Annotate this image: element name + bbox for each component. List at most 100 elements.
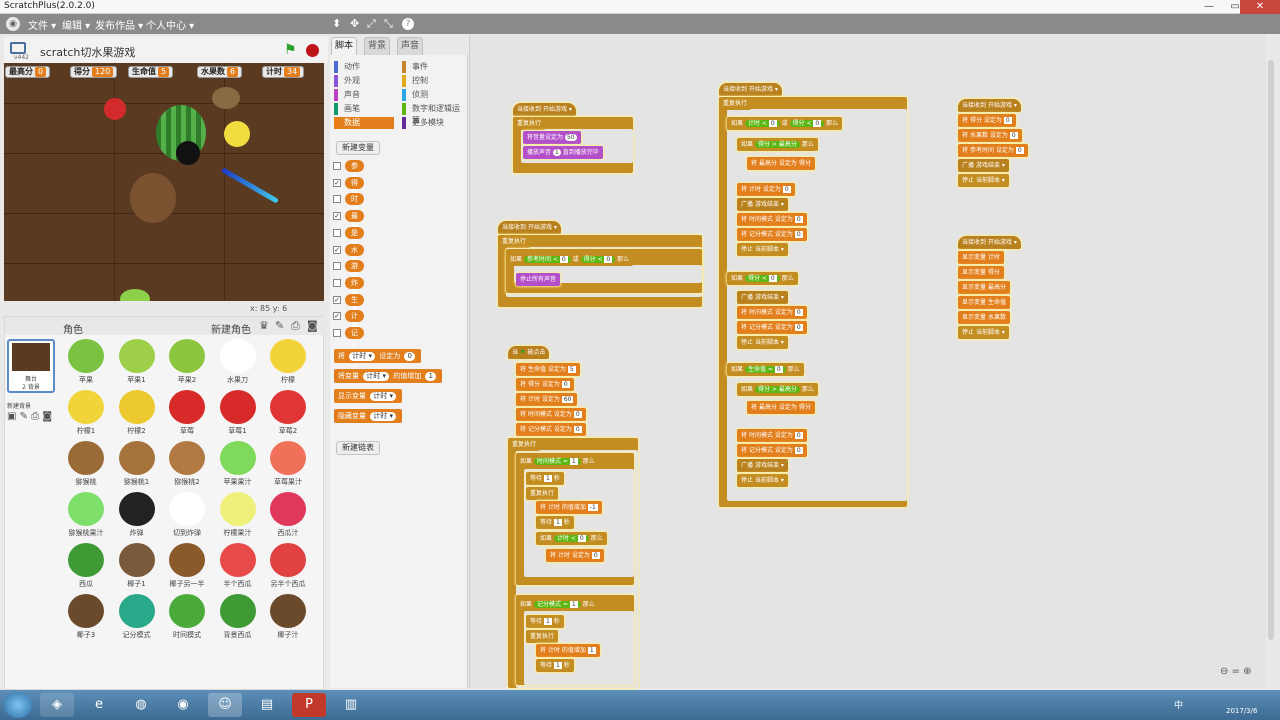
stop-this-script[interactable]: 停止 当前脚本 ▾ [737,474,788,487]
sprite-thumbnail[interactable]: 另半个西瓜 [263,541,313,591]
variable-checkbox[interactable]: ✓ [333,245,341,254]
sprite-thumbnail[interactable]: 苹果2 [162,337,212,387]
category-2[interactable]: 声音 [334,89,394,101]
sprite-thumbnail[interactable]: 苹果1 [112,337,162,387]
palette-data-block[interactable]: 将变量 计时 ▾ 的值增加 1 [334,369,442,383]
palette-data-block[interactable]: 隐藏变量 计时 ▾ [334,409,402,423]
show-var-life[interactable]: 显示变量 生命值 [958,296,1010,309]
sprite-thumbnail[interactable]: 水果刀 [213,337,263,387]
category-9[interactable]: 更多模块 [402,117,466,129]
app-icon[interactable]: ▥ [334,693,368,717]
sprite-thumbnail[interactable]: 半个西瓜 [213,541,263,591]
new-backdrop-icons[interactable]: ▣ ✎ ⎙ ◙ [7,411,52,422]
if-time-mode-condition[interactable]: 如果 时间模式 = 1 那么 [516,455,599,468]
sprite-thumbnail[interactable]: 椰子另一半 [162,541,212,591]
apple-sprite[interactable] [120,289,150,301]
set-score-mode-block[interactable]: 将 记分模式 设定为 0 [516,423,586,436]
variable-reporter[interactable]: 游戏模式变量 [345,260,364,330]
if-life-eq-zero[interactable]: 如果 生命值 = 0 那么 [727,363,804,376]
sprite-thumbnail[interactable]: 苹果果汁 [213,439,263,489]
sprite-library-icon[interactable]: ♛ [259,319,269,332]
stop-sign-icon[interactable] [306,44,319,57]
sprite-thumbnail[interactable]: 记分模式 [112,592,162,642]
sprite-thumbnail[interactable]: 西瓜汁 [263,490,313,540]
shrink-tool-icon[interactable]: ⤡ [384,17,393,31]
sprite-thumbnail[interactable]: 炸弹 [112,490,162,540]
sprite-thumbnail[interactable]: 猕猴桃1 [112,439,162,489]
sprite-thumbnail[interactable]: 西瓜 [61,541,111,591]
variable-checkbox[interactable] [333,162,341,170]
variable-reporter[interactable]: 最高分 [345,210,364,244]
variable-reporter[interactable]: 水果数 [345,243,364,278]
new-variable-button[interactable]: 新建变量 [336,141,380,155]
delete-tool-icon[interactable]: ✥ [350,17,359,30]
show-var-timer[interactable]: 显示变量 计时 [958,251,1004,264]
variable-checkbox[interactable]: ✓ [333,212,341,221]
set-timer-zero-block[interactable]: 将 计时 设定为 0 [546,549,604,562]
when-receive-block[interactable]: 当接收到 开始游戏 ▾ [719,83,782,96]
sprite-thumbnail[interactable]: 背景西瓜 [213,592,263,642]
if-condition[interactable]: 如果 参考时间 < 0 或 得分 < 0 那么 [506,253,634,266]
variable-reporter[interactable]: 时间模式 [345,193,364,239]
if-score-gt-max[interactable]: 如果 得分 > 最高分 那么 [737,138,818,151]
menu-publish[interactable]: 发布作品 ▾ [95,17,143,32]
coconut-sprite[interactable] [130,173,176,223]
set-timer-block[interactable]: 将 计时 设定为 60 [516,393,578,406]
broadcast-block[interactable]: 广播 游戏结束 ▾ [958,159,1009,172]
show-var-fruit[interactable]: 显示变量 水果数 [958,311,1010,324]
duplicate-tool-icon[interactable]: ⬍ [332,17,341,30]
bomb-sprite[interactable] [176,141,200,165]
set-time-mode-block[interactable]: 将 时间模式 设定为 0 [737,213,807,226]
sprite-thumbnail[interactable]: 猕猴桃果汁 [61,490,111,540]
variable-checkbox[interactable] [333,262,341,271]
set-life-block[interactable]: 将 生命值 设定为 5 [516,363,580,376]
variable-reporter[interactable]: 参考时间 [345,160,364,206]
folder-icon[interactable]: ▤ [250,693,284,717]
palette-data-block[interactable]: 显示变量 计时 ▾ [334,389,402,403]
show-var-max[interactable]: 显示变量 最高分 [958,281,1010,294]
stop-this-script[interactable]: 停止 当前脚本 ▾ [737,243,788,256]
stage-thumbnail[interactable]: 舞台 2 背景 [7,339,55,393]
play-sound-until-block[interactable]: 播放声音 1 直到播放完毕 [523,146,603,159]
variable-reporter[interactable]: 生命值 [345,293,364,328]
tab-scripts[interactable]: 脚本 [331,37,357,55]
kiwi-sprite[interactable] [212,87,240,109]
sprite-thumbnail[interactable]: 猕猴桃2 [162,439,212,489]
zoom-controls[interactable]: ⊖ = ⊕ [1220,666,1252,677]
menu-account[interactable]: 个人中心 ▾ [146,17,194,32]
sprite-thumbnail[interactable]: 苹果 [61,337,111,387]
when-flag-clicked-block[interactable]: 当 ⚑ 被点击 [508,346,550,359]
broadcast-game-over[interactable]: 广播 游戏结束 ▾ [737,291,788,304]
stop-this-script[interactable]: 停止 当前脚本 ▾ [958,326,1009,339]
category-6[interactable]: 控制 [402,75,466,87]
set-ingame-block[interactable]: 将 参考时间 设定为 0 [958,144,1028,157]
set-score-mode-block[interactable]: 将 记分模式 设定为 0 [737,228,807,241]
sprite-thumbnail[interactable]: 柠檬果汁 [213,490,263,540]
help-icon[interactable]: ? [402,18,414,30]
strawberry-sprite[interactable] [104,98,126,120]
broadcast-game-over[interactable]: 广播 游戏结束 ▾ [737,459,788,472]
set-score-mode-block[interactable]: 将 记分模式 设定为 0 [737,321,807,334]
sprite-thumbnail[interactable]: 椰子1 [112,541,162,591]
set-fruit-block[interactable]: 将 水果数 设定为 0 [958,129,1022,142]
system-clock[interactable]: 2017/3/6 [1226,707,1257,715]
ie-icon[interactable]: e [82,693,116,717]
minimize-button[interactable]: — [1196,0,1222,14]
close-button[interactable]: ✕ [1240,0,1280,14]
category-7[interactable]: 侦测 [402,89,466,101]
set-score-block[interactable]: 将 得分 设定为 0 [516,378,574,391]
if-timer-condition[interactable]: 如果 计时 < 0 那么 [536,532,607,545]
category-5[interactable]: 事件 [402,61,466,73]
start-button[interactable] [4,692,32,718]
presentation-mode-icon[interactable] [10,42,26,54]
stop-this-script[interactable]: 停止 当前脚本 ▾ [737,336,788,349]
variable-reporter[interactable]: 计时 [345,310,364,332]
taskbar-app-icon[interactable]: ◈ [40,693,74,717]
sprite-thumbnail[interactable]: 时间模式 [162,592,212,642]
show-var-score[interactable]: 显示变量 得分 [958,266,1004,279]
wait-block[interactable]: 等待 1 秒 [536,516,574,529]
grow-tool-icon[interactable]: ⤢ [367,17,376,31]
set-max-to-score[interactable]: 将 最高分 设定为 得分 [747,401,815,414]
sprite-thumbnail[interactable]: 椰子3 [61,592,111,642]
set-timer-zero-block[interactable]: 将 计时 设定为 0 [737,183,795,196]
